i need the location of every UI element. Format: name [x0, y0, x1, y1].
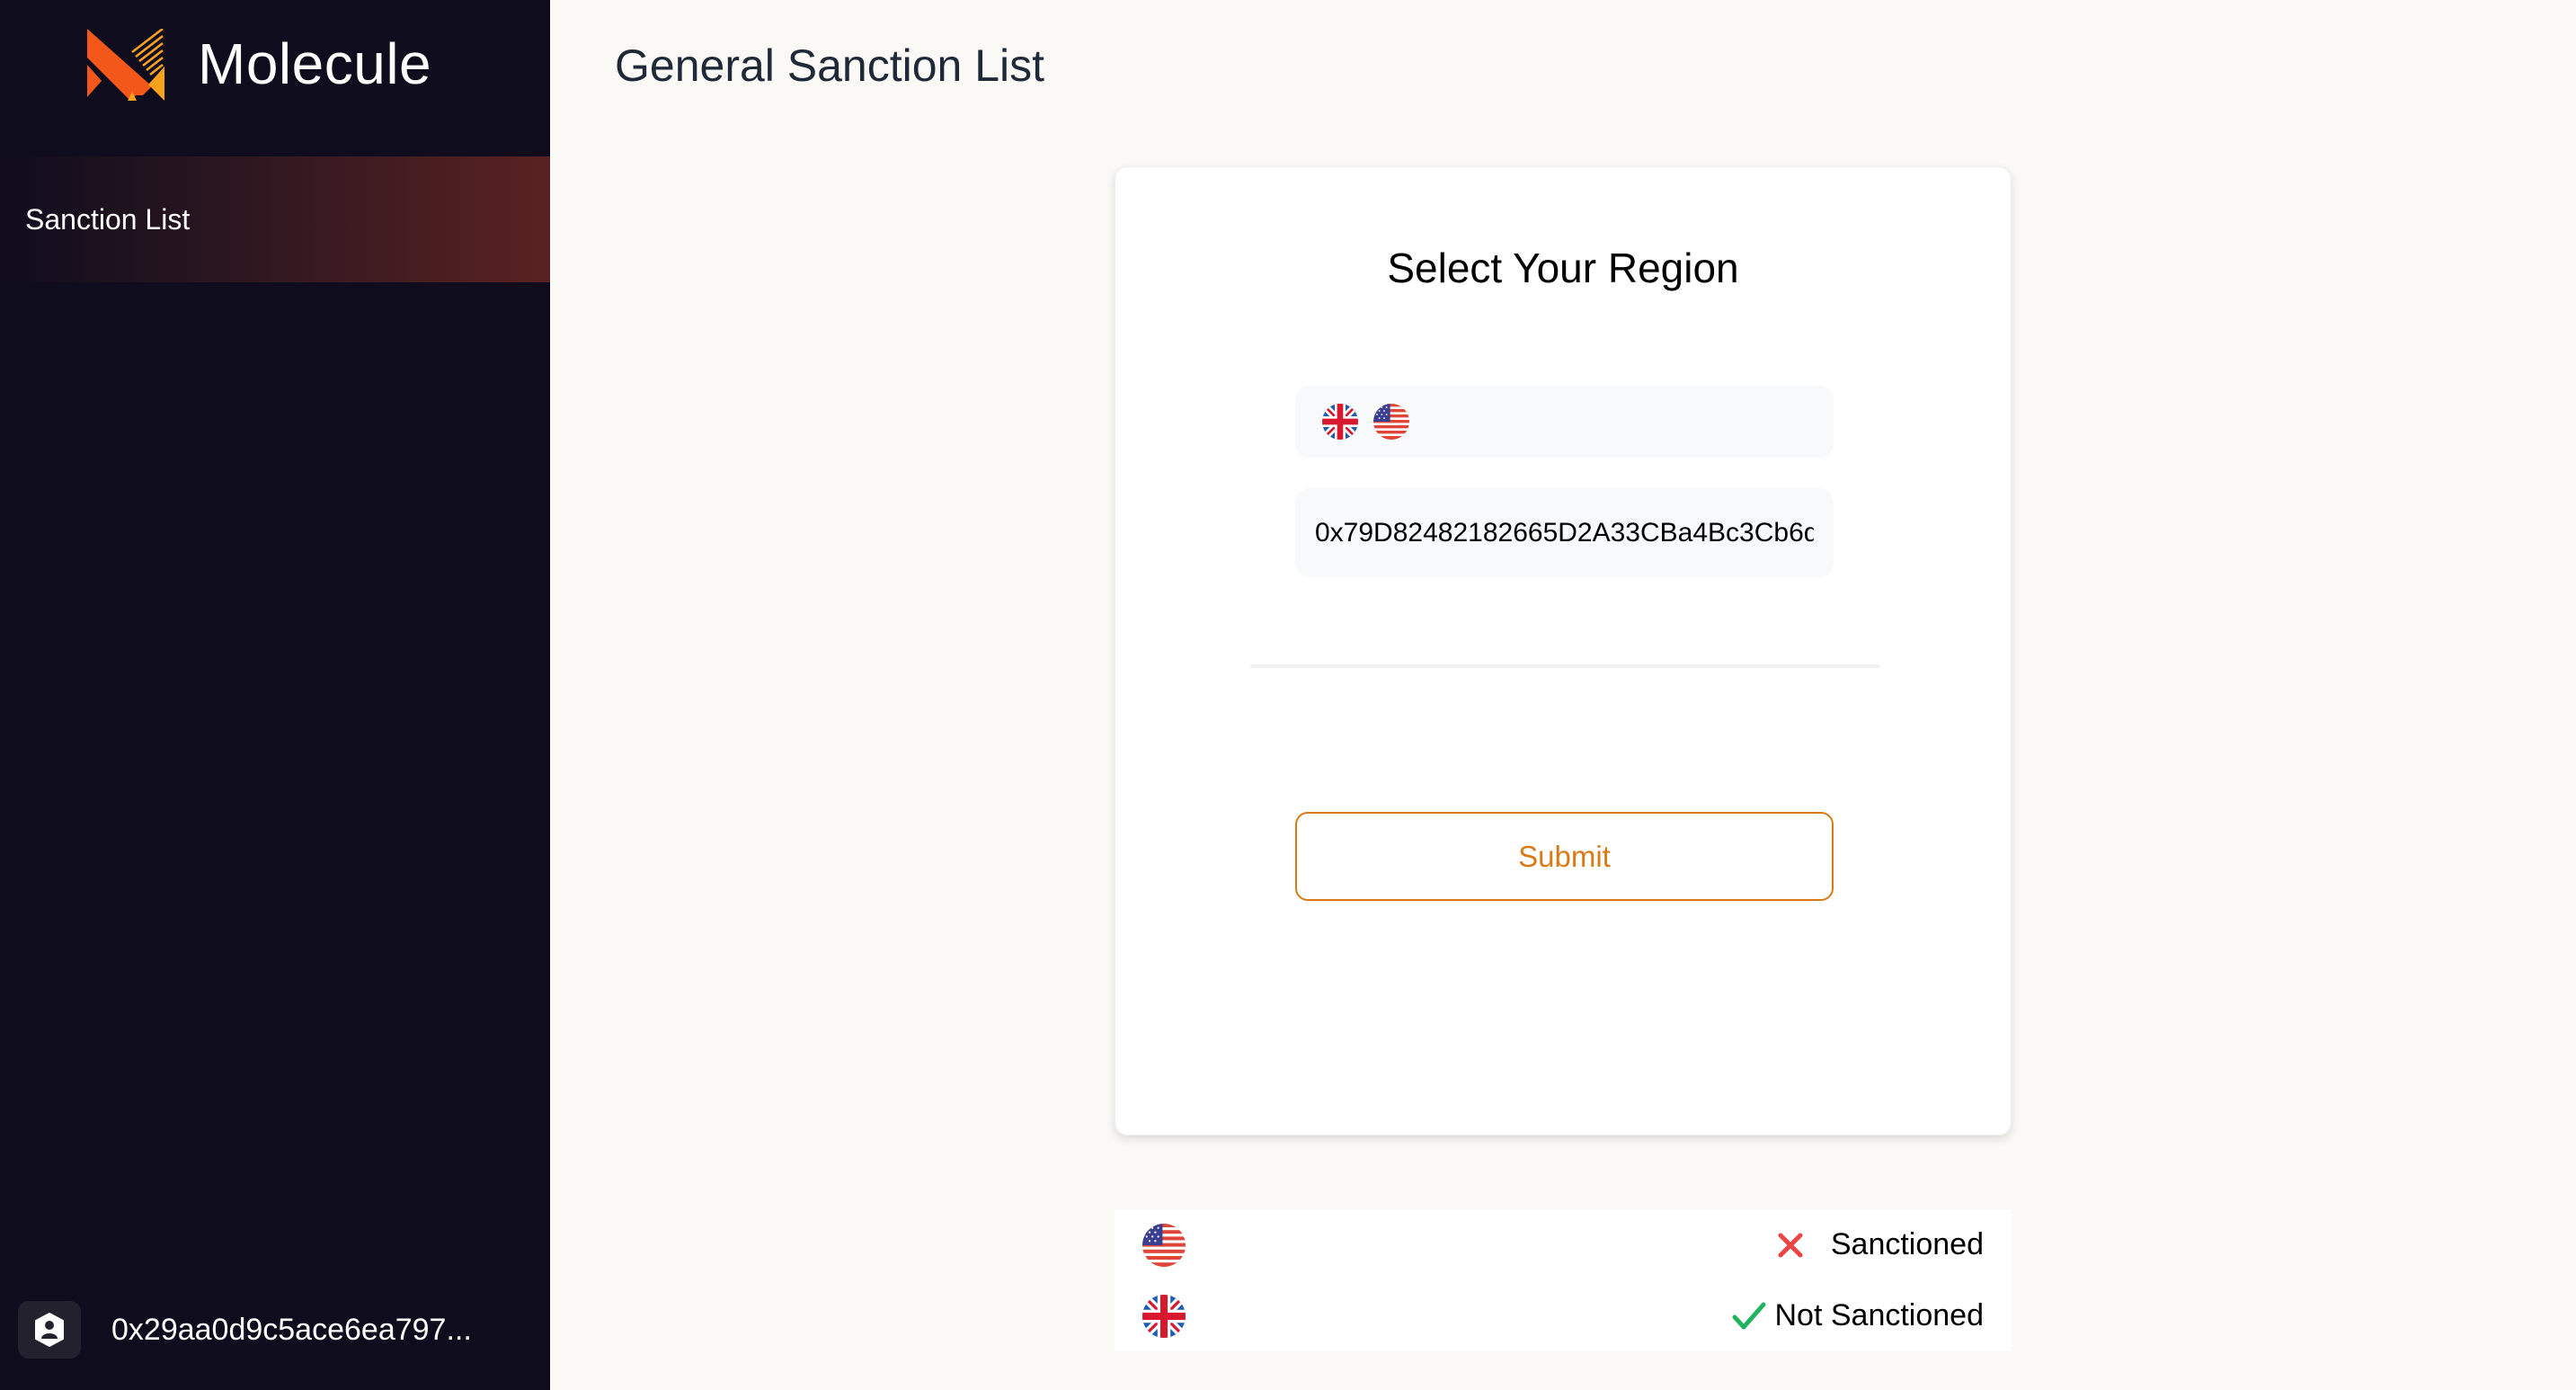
user-account[interactable]: 0x29aa0d9c5ace6ea797...: [18, 1301, 472, 1359]
uk-flag-icon: [1322, 404, 1358, 440]
sanction-results: Sanctioned Not Sanctioned: [1115, 1209, 2012, 1351]
us-flag-icon: [1142, 1223, 1186, 1267]
submit-button[interactable]: Submit: [1295, 812, 1834, 901]
user-shield-icon: [35, 1313, 64, 1347]
result-row-us: Sanctioned: [1142, 1209, 1984, 1280]
check-icon: [1732, 1302, 1765, 1329]
brand[interactable]: Molecule: [87, 29, 431, 101]
status-text: Sanctioned: [1830, 1227, 1984, 1261]
form-title: Select Your Region: [1387, 245, 1739, 291]
status-text: Not Sanctioned: [1774, 1298, 1985, 1332]
brand-name: Molecule: [198, 31, 432, 96]
us-flag-icon: [1373, 404, 1409, 440]
wallet-address: 0x29aa0d9c5ace6ea797...: [111, 1312, 472, 1347]
wallet-address-input[interactable]: [1295, 488, 1834, 577]
divider: [1250, 664, 1879, 668]
molecule-logo-icon: [87, 29, 164, 101]
status-badge: Sanctioned: [1777, 1227, 1984, 1262]
uk-flag-icon: [1142, 1294, 1186, 1338]
result-row-uk: Not Sanctioned: [1142, 1280, 1984, 1351]
sidebar: Molecule Sanction List 0x29aa0d9c5ace6ea…: [0, 0, 550, 1390]
region-form-card: Select Your Region 0x79D82482182665D2A33…: [1115, 166, 2012, 1136]
page-title: General Sanction List: [615, 40, 1045, 91]
user-avatar[interactable]: [18, 1301, 81, 1359]
sidebar-item-sanction-list[interactable]: Sanction List: [0, 156, 550, 282]
status-badge: Not Sanctioned: [1732, 1298, 1985, 1333]
x-icon: [1778, 1233, 1803, 1257]
sidebar-item-label: Sanction List: [25, 202, 191, 236]
region-select[interactable]: [1295, 386, 1834, 458]
